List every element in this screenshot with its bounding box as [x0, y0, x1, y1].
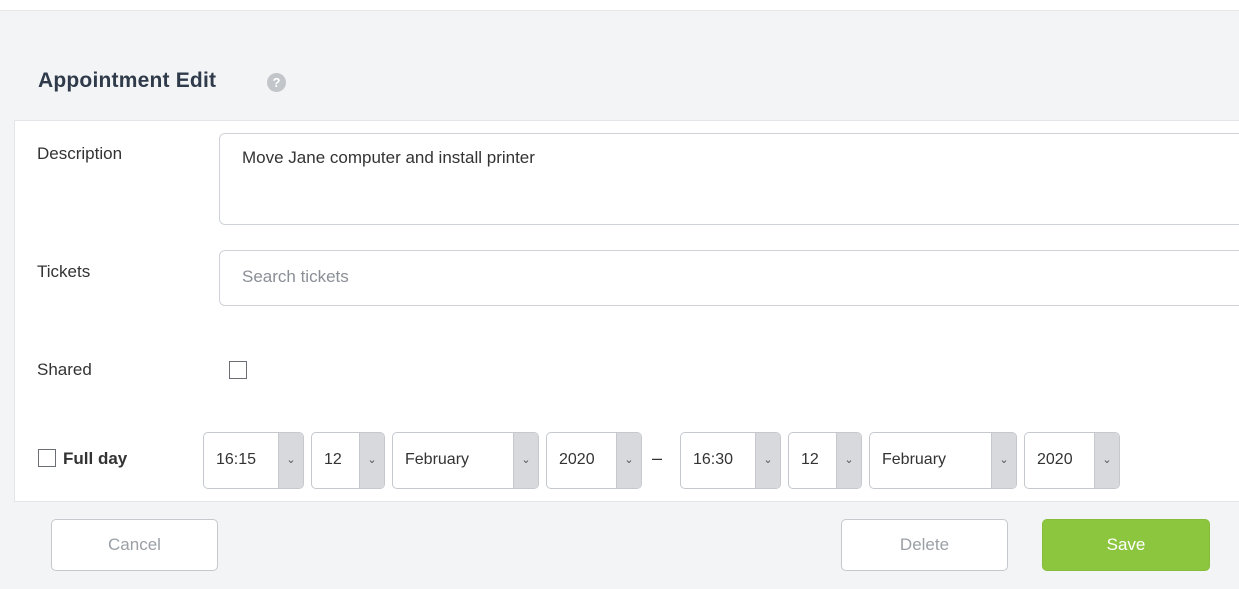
end-time-select[interactable]: 16:30 ⌄ [680, 432, 781, 489]
chevron-down-icon: ⌄ [836, 433, 861, 488]
cancel-button[interactable]: Cancel [51, 519, 218, 571]
end-month-select[interactable]: February ⌄ [869, 432, 1017, 489]
start-month-select[interactable]: February ⌄ [392, 432, 539, 489]
full-day-checkbox[interactable] [38, 449, 56, 467]
tickets-search-box[interactable] [219, 250, 1239, 306]
start-day-value: 12 [324, 451, 342, 468]
shared-checkbox[interactable] [229, 361, 247, 379]
start-year-value: 2020 [559, 451, 595, 468]
chevron-down-icon: ⌄ [616, 433, 641, 488]
chevron-down-icon: ⌄ [991, 433, 1016, 488]
dialog-header: Appointment Edit ? [0, 11, 1239, 119]
chevron-down-icon: ⌄ [1094, 433, 1119, 488]
description-label: Description [37, 144, 123, 163]
tickets-search-input[interactable] [220, 251, 1142, 303]
start-month-value: February [405, 451, 470, 468]
end-year-select[interactable]: 2020 ⌄ [1024, 432, 1120, 489]
help-icon[interactable]: ? [267, 73, 286, 92]
top-background-strip [0, 0, 1239, 11]
shared-label: Shared [37, 360, 92, 379]
full-day-label[interactable]: Full day [63, 449, 127, 469]
start-year-select[interactable]: 2020 ⌄ [546, 432, 642, 489]
save-button[interactable]: Save [1042, 519, 1210, 571]
chevron-down-icon: ⌄ [359, 433, 384, 488]
chevron-down-icon: ⌄ [278, 433, 303, 488]
end-day-value: 12 [801, 451, 819, 468]
chevron-down-icon: ⌄ [755, 433, 780, 488]
description-field[interactable]: Move Jane computer and install printer [219, 133, 1239, 225]
end-month-value: February [882, 451, 947, 468]
start-time-value: 16:15 [216, 451, 257, 468]
range-separator: – [652, 448, 663, 468]
end-year-value: 2020 [1037, 451, 1073, 468]
end-time-value: 16:30 [693, 451, 734, 468]
start-time-select[interactable]: 16:15 ⌄ [203, 432, 304, 489]
dialog-title: Appointment Edit [38, 69, 217, 92]
chevron-down-icon: ⌄ [513, 433, 538, 488]
delete-button[interactable]: Delete [841, 519, 1008, 571]
tickets-label: Tickets [37, 262, 91, 281]
end-day-select[interactable]: 12 ⌄ [788, 432, 862, 489]
start-day-select[interactable]: 12 ⌄ [311, 432, 385, 489]
